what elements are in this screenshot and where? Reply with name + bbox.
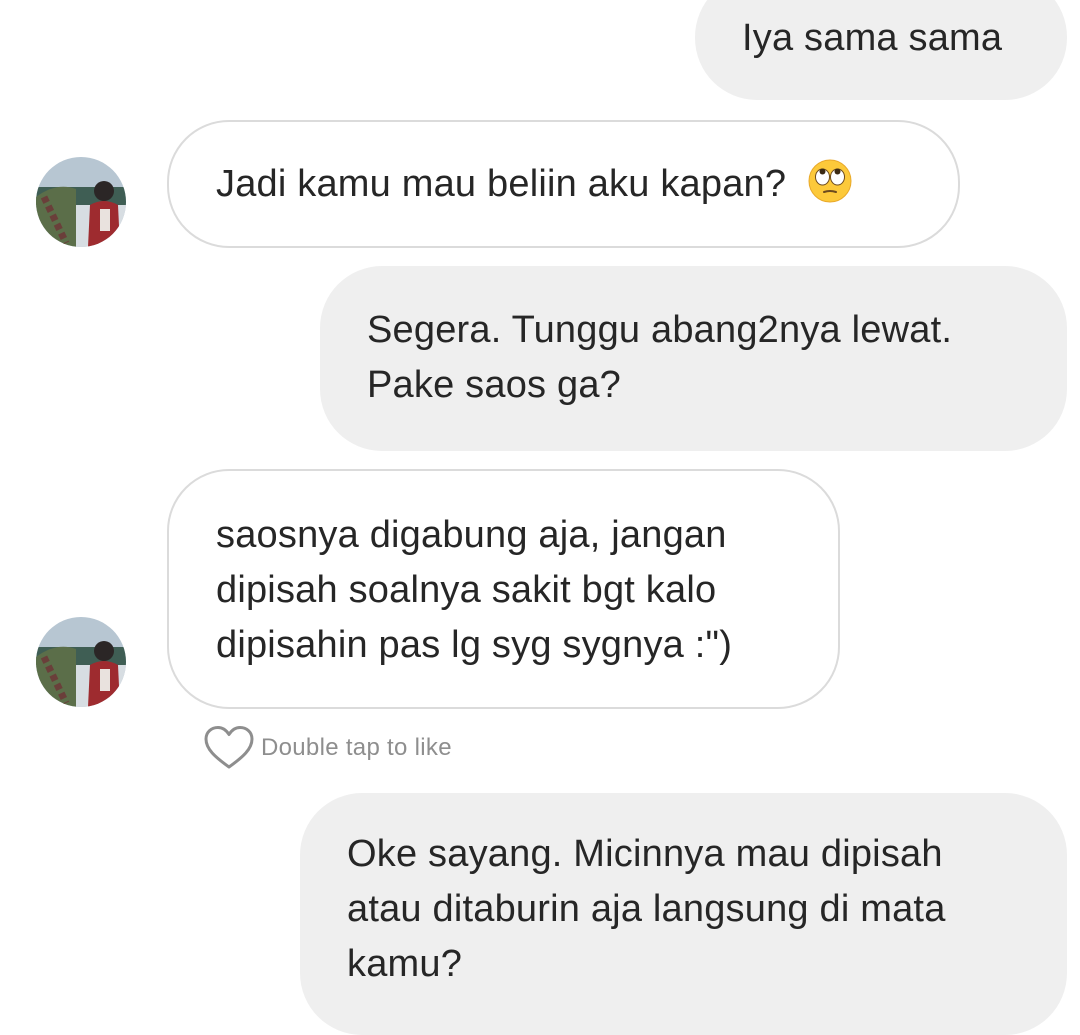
message-text: Iya sama sama — [742, 17, 1003, 59]
avatar-photo — [36, 157, 126, 247]
heart-outline-icon[interactable] — [203, 725, 255, 771]
message-text: atau ditaburin aja langsung di mata — [347, 888, 946, 930]
contact-avatar[interactable] — [36, 157, 126, 247]
double-tap-like-label: Double tap to like — [261, 734, 452, 761]
contact-avatar[interactable] — [36, 617, 126, 707]
message-text: dipisahin pas lg syg sygnya :") — [216, 624, 733, 666]
avatar-photo — [36, 617, 126, 707]
double-tap-like-hint[interactable]: Double tap to like — [203, 725, 452, 771]
message-text: Jadi kamu mau beliin aku kapan? — [216, 163, 787, 205]
sent-message-bubble[interactable]: Iya sama sama — [695, 0, 1067, 100]
message-text: kamu? — [347, 943, 463, 985]
sent-message-bubble[interactable]: Oke sayang. Micinnya mau dipisah atau di… — [300, 793, 1067, 1035]
rolling-eyes-emoji-icon — [808, 159, 852, 203]
received-message-bubble[interactable]: Jadi kamu mau beliin aku kapan? — [167, 120, 960, 248]
message-thread: Iya sama sama Jadi kamu mau beliin aku k… — [0, 0, 1080, 1035]
sent-message-bubble[interactable]: Segera. Tunggu abang2nya lewat. Pake sao… — [320, 266, 1067, 451]
message-text: saosnya digabung aja, jangan — [216, 514, 727, 556]
message-text: Oke sayang. Micinnya mau dipisah — [347, 833, 943, 875]
message-text: dipisah soalnya sakit bgt kalo — [216, 569, 717, 611]
message-text: Segera. Tunggu abang2nya lewat. — [367, 309, 953, 351]
message-text: Pake saos ga? — [367, 364, 621, 406]
received-message-bubble[interactable]: saosnya digabung aja, jangan dipisah soa… — [167, 469, 840, 709]
